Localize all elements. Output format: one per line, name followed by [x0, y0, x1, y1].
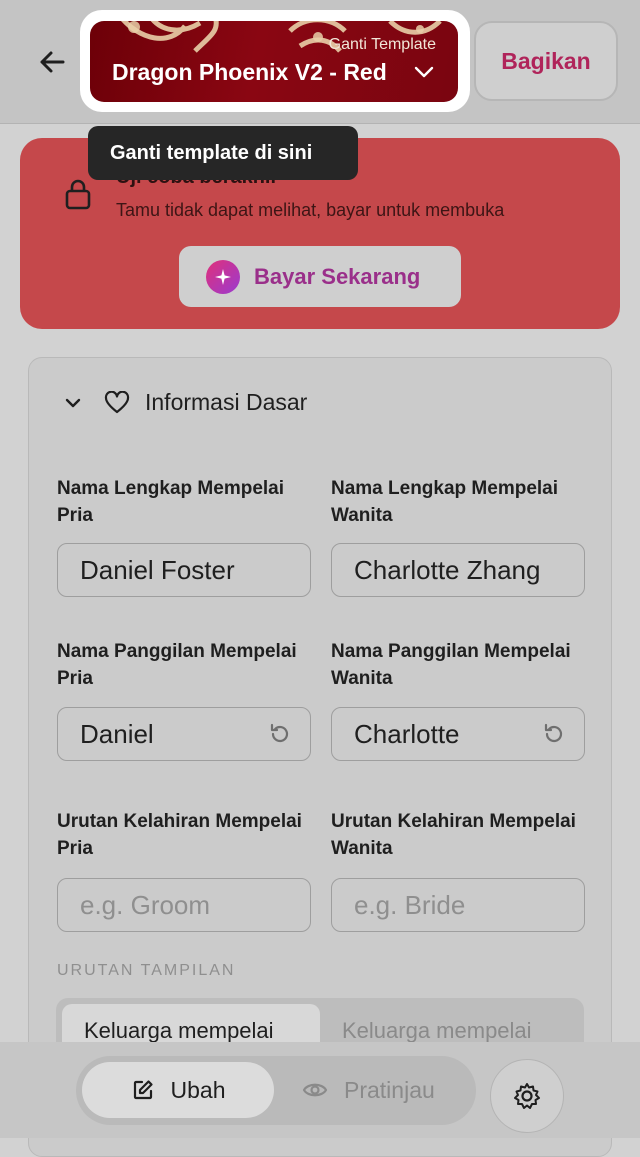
pay-now-label: Bayar Sekarang	[254, 263, 421, 289]
section-toggle[interactable]	[64, 388, 130, 418]
groom-full-name-input[interactable]: Daniel Foster	[57, 543, 311, 597]
template-caption: Ganti Template	[328, 36, 436, 53]
gear-icon	[514, 1083, 540, 1109]
bride-birth-order-input[interactable]: e.g. Bride	[331, 878, 585, 932]
edit-tab[interactable]: Ubah	[82, 1062, 274, 1118]
heart-icon	[104, 391, 130, 414]
bride-full-name-label: Nama Lengkap Mempelai Wanita	[331, 478, 559, 526]
eye-icon	[302, 1083, 328, 1097]
groom-birth-order-label: Urutan Kelahiran Mempelai Pria	[57, 811, 302, 859]
template-selector[interactable]: Ganti Template Dragon Phoenix V2 - Red	[90, 21, 458, 102]
trial-description: Tamu tidak dapat melihat, bayar untuk me…	[116, 200, 505, 220]
mode-toggle: Ubah Pratinjau	[76, 1056, 476, 1125]
groom-nickname-label: Nama Panggilan Mempelai Pria	[57, 641, 297, 689]
pay-now-button[interactable]: Bayar Sekarang	[179, 246, 461, 307]
reset-icon[interactable]	[268, 722, 292, 746]
settings-button[interactable]	[490, 1059, 564, 1133]
bride-birth-order-label: Urutan Kelahiran Mempelai Wanita	[331, 811, 576, 859]
edit-label: Ubah	[170, 1076, 226, 1103]
preview-label: Pratinjau	[344, 1076, 435, 1103]
chevron-down-icon	[65, 398, 81, 408]
bride-nickname-input[interactable]: Charlotte	[331, 707, 585, 761]
bride-full-name-input[interactable]: Charlotte Zhang	[331, 543, 585, 597]
share-button[interactable]: Bagikan	[474, 21, 618, 101]
edit-icon	[133, 1080, 153, 1100]
arrow-left-icon	[40, 51, 65, 73]
bride-nickname-value: Charlotte	[354, 718, 460, 749]
groom-nickname-input[interactable]: Daniel	[57, 707, 311, 761]
template-name: Dragon Phoenix V2 - Red	[112, 59, 387, 85]
groom-nickname-value: Daniel	[80, 718, 154, 749]
section-title: Informasi Dasar	[145, 389, 308, 415]
lock-icon	[65, 179, 91, 210]
chevron-down-icon	[414, 66, 434, 78]
display-order-label: URUTAN TAMPILAN	[57, 962, 236, 979]
reset-icon[interactable]	[542, 722, 566, 746]
back-button[interactable]	[34, 44, 70, 80]
groom-birth-order-input[interactable]: e.g. Groom	[57, 878, 311, 932]
template-tooltip: Ganti template di sini	[88, 126, 358, 180]
sparkle-icon	[206, 259, 240, 294]
groom-full-name-label: Nama Lengkap Mempelai Pria	[57, 478, 285, 526]
bride-nickname-label: Nama Panggilan Mempelai Wanita	[331, 641, 571, 689]
preview-tab[interactable]: Pratinjau	[302, 1062, 435, 1118]
